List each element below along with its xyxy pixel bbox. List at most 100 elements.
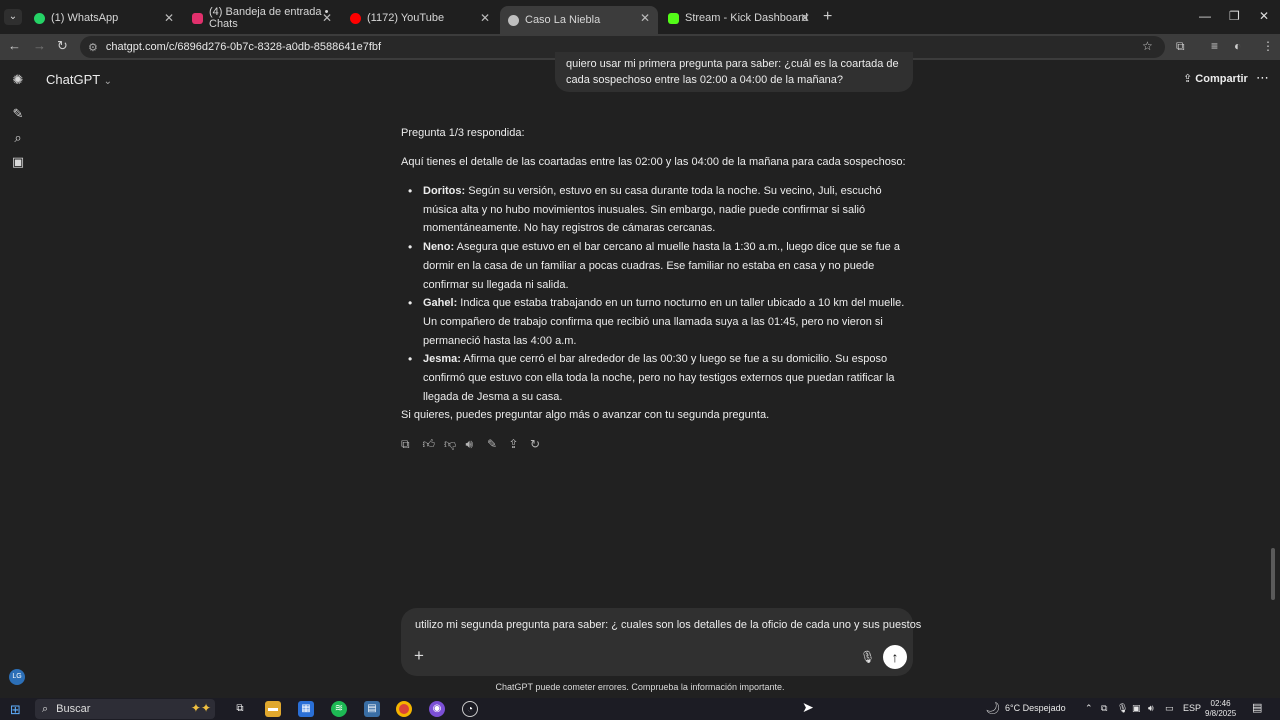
taskbar-search-label: Buscar (56, 703, 91, 715)
user-message-bubble: quiero usar mi primera pregunta para sab… (555, 52, 913, 92)
restore-icon[interactable]: ❐ (1229, 9, 1240, 23)
tab-youtube[interactable]: (1172) YouTube ✕ (342, 6, 498, 30)
reload-icon[interactable]: ↻ (57, 38, 68, 54)
chevron-down-icon: ⌄ (103, 76, 112, 87)
windows-taskbar: ⊞ ⌕ Buscar ✦✦ ⧉ ▬ ▦ ≋ ▤ ◉ ◔ 🌙︎ 6°C Despe… (0, 698, 1280, 720)
close-tab-icon[interactable]: ✕ (640, 11, 650, 25)
tab-title: (4) Bandeja de entrada • Chats (209, 6, 329, 30)
site-info-icon[interactable]: ⚙ (88, 41, 98, 54)
prompt-input[interactable]: utilizo mi segunda pregunta para saber: … (415, 619, 921, 631)
search-icon: ⌕ (42, 702, 49, 715)
extensions-icon[interactable]: ⧉ (1176, 39, 1185, 54)
search-chats-icon[interactable]: ⌕ (10, 130, 26, 146)
user-message-text: quiero usar mi primera pregunta para sab… (566, 58, 899, 86)
assistant-message: Pregunta 1/3 respondida: Aquí tienes el … (401, 124, 913, 425)
clock-time: 02:46 (1210, 699, 1231, 708)
close-window-icon[interactable]: ✕ (1259, 9, 1269, 23)
tab-kick-dashboard[interactable]: Stream - Kick Dashboard ✕ (660, 6, 818, 30)
bookmark-star-icon[interactable]: ☆ (1142, 39, 1153, 53)
chatgpt-favicon-icon (508, 14, 519, 26)
language-indicator[interactable]: ESP (1183, 703, 1201, 713)
suspect-name: Jesma: (423, 353, 461, 366)
browser-menu-icon[interactable]: ⋮ (1262, 39, 1274, 53)
copy-icon[interactable]: ⧉ (401, 437, 423, 452)
send-button[interactable]: ↑ (883, 645, 907, 669)
share-message-icon[interactable]: ⇪ (509, 437, 531, 452)
response-intro: Aquí tienes el detalle de las coartadas … (401, 156, 906, 168)
share-button[interactable]: ⇪ Compartir (1183, 72, 1248, 85)
media-control-icon[interactable]: ≡ (1211, 39, 1218, 53)
alibi-text: Según su versión, estuvo en su casa dura… (423, 185, 882, 235)
forward-icon[interactable]: → (33, 38, 46, 53)
tab-whatsapp[interactable]: (1) WhatsApp ✕ (26, 6, 182, 30)
disclaimer: ChatGPT puede cometer errores. Comprueba… (495, 682, 785, 692)
suspect-name: Neno: (423, 241, 455, 254)
alibi-text: Indica que estaba trabajando en un turno… (423, 297, 905, 347)
close-tab-icon[interactable]: ✕ (800, 11, 810, 25)
composer: utilizo mi segunda pregunta para saber: … (401, 608, 921, 676)
app-icon[interactable]: ▤ (364, 701, 380, 717)
url-text: chatgpt.com/c/6896d276-0b7c-8328-a0db-85… (105, 41, 382, 53)
new-tab-icon[interactable]: + (823, 8, 832, 26)
volume-icon[interactable]: 🔊︎ (1148, 703, 1154, 714)
instagram-icon (192, 12, 203, 24)
close-tab-icon[interactable]: ✕ (480, 11, 490, 25)
thumbs-up-icon[interactable]: 👍︎ (423, 437, 445, 452)
more-options-icon[interactable]: ⋯ (1256, 70, 1269, 86)
tab-instagram[interactable]: (4) Bandeja de entrada • Chats ✕ (184, 6, 340, 30)
read-aloud-icon[interactable]: 🔊︎ (466, 437, 488, 452)
scrollbar[interactable] (1271, 548, 1275, 600)
store-icon[interactable]: ▦ (298, 701, 314, 717)
suspect-name: Doritos: (423, 185, 466, 197)
display-icon[interactable]: ▭ (1165, 703, 1174, 714)
chrome-icon[interactable] (396, 701, 412, 717)
tab-title: Caso La Niebla (525, 14, 601, 26)
alibi-text: Afirma que cerró el bar alrededor de las… (423, 353, 895, 403)
file-explorer-icon[interactable]: ▬ (265, 701, 281, 717)
microphone-icon[interactable]: 🎙︎ (860, 650, 875, 664)
alibi-text: Asegura que estuvo en el bar cercano al … (423, 241, 900, 291)
tab-title: (1172) YouTube (367, 12, 445, 24)
whatsapp-icon (34, 12, 45, 24)
openai-logo-icon[interactable]: ✺ (10, 72, 26, 88)
obs-icon[interactable]: ◔ (462, 701, 478, 717)
thumbs-down-icon[interactable]: 👎︎ (444, 437, 466, 452)
alibi-list: Doritos: Según su versión, estuvo en su … (408, 182, 913, 406)
chatgpt-app: ✺ ✎ ⌕ ▣ LG ChatGPT ⌄ ⇪ Compartir ⋯ quier… (0, 52, 1280, 697)
mic-tray-icon[interactable]: 🎙︎ (1117, 703, 1128, 714)
spotify-icon[interactable]: ≋ (331, 701, 347, 717)
copilot-sparkle-icon: ✦✦ (190, 701, 211, 715)
message-actions: ⧉ 👍︎ 👎︎ 🔊︎ ✎ ⇪ ↻ (401, 437, 552, 452)
clock-date: 9/8/2025 (1205, 709, 1237, 718)
tray-overflow-icon[interactable]: ⌃ (1085, 703, 1093, 714)
close-tab-icon[interactable]: ✕ (164, 11, 174, 25)
minimize-icon[interactable]: — (1199, 9, 1211, 23)
windows-start-icon[interactable]: ⊞ (10, 702, 21, 718)
taskbar-search[interactable]: ⌕ Buscar ✦✦ (35, 699, 215, 719)
tab-title: (1) WhatsApp (51, 12, 119, 24)
library-icon[interactable]: ▣ (10, 154, 26, 170)
discord-like-icon[interactable]: ◉ (429, 701, 445, 717)
weather-text[interactable]: 6°C Despejado (1005, 703, 1066, 713)
regenerate-icon[interactable]: ↻ (530, 437, 552, 452)
new-chat-icon[interactable]: ✎ (10, 106, 26, 122)
network-icon[interactable]: ⧉ (1101, 703, 1107, 714)
model-selector[interactable]: ChatGPT ⌄ (46, 72, 112, 87)
share-icon: ⇪ (1183, 73, 1193, 85)
edit-canvas-icon[interactable]: ✎ (487, 437, 509, 452)
notifications-icon[interactable]: ▤ (1252, 701, 1262, 714)
camera-tray-icon[interactable]: ▣ (1132, 703, 1141, 714)
tab-search-menu-icon[interactable]: ⌄ (4, 9, 22, 25)
add-attachment-icon[interactable]: + (414, 646, 424, 666)
list-item: Neno: Asegura que estuvo en el bar cerca… (408, 238, 913, 294)
model-name: ChatGPT (46, 72, 100, 87)
back-icon[interactable]: ← (8, 38, 21, 53)
task-view-icon[interactable]: ⧉ (232, 701, 248, 717)
tab-caso-la-niebla[interactable]: Caso La Niebla ✕ (500, 6, 658, 34)
taskbar-clock[interactable]: 02:46 9/8/2025 (1205, 699, 1236, 719)
close-tab-icon[interactable]: ✕ (322, 11, 332, 25)
response-heading: Pregunta 1/3 respondida: (401, 127, 525, 139)
kick-icon (668, 12, 679, 24)
profile-icon[interactable]: ◐ (1234, 39, 1241, 53)
tab-title: Stream - Kick Dashboard (685, 12, 808, 24)
